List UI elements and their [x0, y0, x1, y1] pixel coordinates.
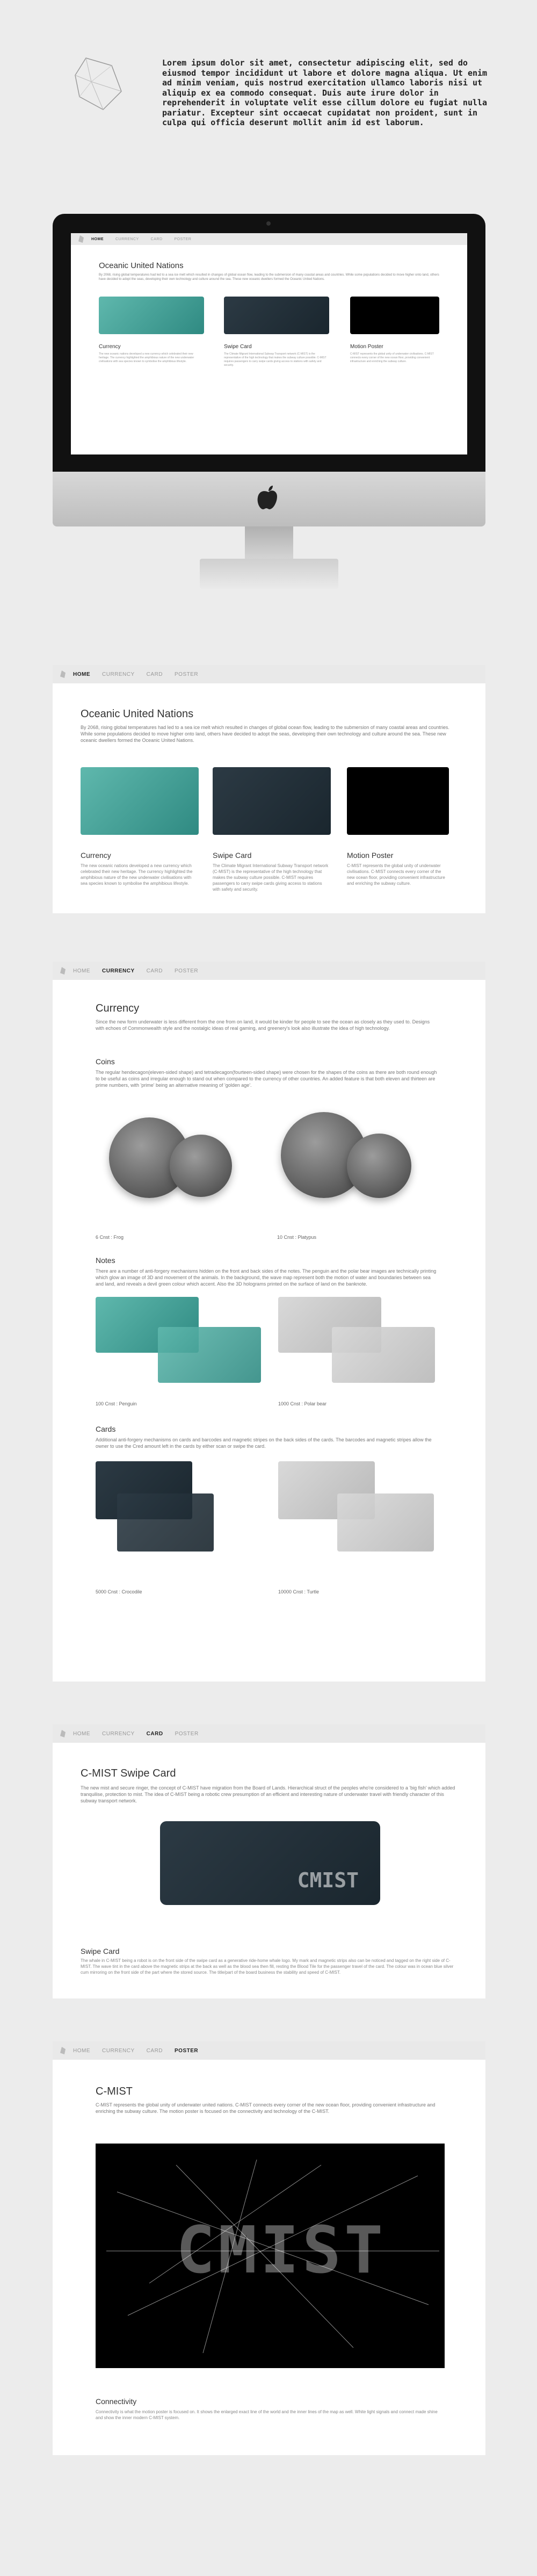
- nav-home[interactable]: HOME: [73, 672, 90, 677]
- currency-image[interactable]: [99, 297, 204, 334]
- nav-card[interactable]: CARD: [147, 968, 163, 974]
- card-crocodile-back: [117, 1493, 214, 1552]
- coin-label-platypus: 10 Cnst : Platypus: [277, 1235, 317, 1240]
- camera-icon: [266, 221, 271, 226]
- nav-currency[interactable]: CURRENCY: [102, 2048, 135, 2054]
- motion-poster[interactable]: CMIST: [96, 2144, 445, 2368]
- card-label-turtle: 10000 Cnst : Turtle: [278, 1589, 320, 1594]
- page-title: C-MIST: [96, 2086, 133, 2097]
- coin-platypus-back: [347, 1134, 411, 1198]
- coin-label-frog: 6 Cnst : Frog: [96, 1235, 124, 1240]
- page-title: Oceanic United Nations: [99, 261, 184, 270]
- swipe-card-image[interactable]: [213, 767, 331, 835]
- nav-home[interactable]: HOME: [73, 1731, 90, 1737]
- poster-page: HOME CURRENCY CARD POSTER C-MIST C-MIST …: [53, 2041, 485, 2455]
- home-page: HOME CURRENCY CARD POSTER Oceanic United…: [53, 665, 485, 913]
- nav-home[interactable]: HOME: [91, 237, 104, 241]
- nav-home[interactable]: HOME: [73, 968, 90, 974]
- nav-poster[interactable]: POSTER: [175, 237, 192, 241]
- currency-page: HOME CURRENCY CARD POSTER Currency Since…: [53, 962, 485, 1682]
- swipe-card-large: CMIST: [160, 1821, 380, 1905]
- card-page: HOME CURRENCY CARD POSTER C-MIST Swipe C…: [53, 1724, 485, 1998]
- nav-bar: HOME CURRENCY CARD POSTER: [53, 2041, 485, 2060]
- sub-description: Connectivity is what the motion poster i…: [96, 2409, 438, 2420]
- swipe-card-text: CMIST: [297, 1868, 359, 1892]
- item-title-swipe-card: Swipe Card: [224, 344, 252, 350]
- imac-stand: [245, 526, 293, 559]
- card-label-crocodile: 5000 Cnst : Crocodile: [96, 1589, 142, 1594]
- page-description: By 2068, rising global temperatures had …: [81, 725, 449, 743]
- nav-currency[interactable]: CURRENCY: [102, 968, 135, 974]
- nav-poster[interactable]: POSTER: [175, 1731, 199, 1737]
- notes-description: There are a number of anti-forgery mecha…: [96, 1268, 437, 1287]
- poster-image[interactable]: [347, 767, 449, 835]
- currency-image[interactable]: [81, 767, 199, 835]
- coins-description: The regular hendecagon(eleven-sided shap…: [96, 1070, 437, 1088]
- sub-title: Connectivity: [96, 2397, 137, 2406]
- note-label-penguin: 100 Cnst : Penguin: [96, 1401, 137, 1406]
- nav-logo-icon[interactable]: [78, 235, 84, 243]
- nav-card[interactable]: CARD: [147, 672, 163, 677]
- page-title: Currency: [96, 1002, 140, 1014]
- note-polar-bear-back: [332, 1327, 435, 1383]
- card-turtle-back: [337, 1493, 434, 1552]
- item-title-poster: Motion Poster: [347, 851, 394, 860]
- cards-title: Cards: [96, 1425, 116, 1433]
- item-title-currency: Currency: [81, 851, 111, 860]
- nav-home[interactable]: HOME: [73, 2048, 90, 2054]
- nav-poster[interactable]: POSTER: [175, 968, 198, 974]
- note-penguin-back: [158, 1327, 261, 1383]
- notes-title: Notes: [96, 1256, 115, 1265]
- imac-stand-base: [200, 559, 338, 589]
- note-label-polar-bear: 1000 Cnst : Polar bear: [278, 1401, 327, 1406]
- nav-bar: HOME CURRENCY CARD POSTER: [53, 962, 485, 980]
- page-description: C-MIST represents the global unity of un…: [96, 2102, 436, 2114]
- nav-poster[interactable]: POSTER: [175, 672, 198, 677]
- item-title-poster: Motion Poster: [350, 344, 383, 350]
- nav-card[interactable]: CARD: [151, 237, 163, 241]
- nav-poster[interactable]: POSTER: [175, 2048, 198, 2054]
- poster-text: CMIST: [176, 2213, 387, 2288]
- item-text-currency: The new oceanic nations developed a new …: [81, 863, 193, 886]
- item-title-currency: Currency: [99, 344, 121, 350]
- nav-bar: HOME CURRENCY CARD POSTER: [53, 1724, 485, 1743]
- item-text-poster: C-MIST represents the global unity of un…: [347, 863, 445, 886]
- swipe-card-image[interactable]: [224, 297, 329, 334]
- imac-screen: HOME CURRENCY CARD POSTER Oceanic United…: [71, 233, 467, 454]
- coins-title: Coins: [96, 1057, 115, 1066]
- nav-currency[interactable]: CURRENCY: [115, 237, 139, 241]
- nav-currency[interactable]: CURRENCY: [102, 672, 135, 677]
- item-title-swipe-card: Swipe Card: [213, 851, 252, 860]
- nav-card[interactable]: CARD: [147, 1731, 163, 1737]
- cards-description: Additional anti-forgery mechanisms on ca…: [96, 1437, 432, 1449]
- poster-image[interactable]: [350, 297, 439, 334]
- sub-title: Swipe Card: [81, 1947, 120, 1956]
- item-text-currency: The new oceanic nations developed a new …: [99, 352, 194, 363]
- nav-bar: HOME CURRENCY CARD POSTER: [53, 665, 485, 683]
- page-title: Oceanic United Nations: [81, 708, 194, 720]
- apple-logo-icon: [257, 486, 277, 509]
- nav-logo-icon[interactable]: [60, 2047, 66, 2054]
- coin-frog-back: [170, 1135, 232, 1197]
- nav-logo-icon[interactable]: [60, 670, 66, 678]
- item-text-poster: C-MIST represents the global unity of un…: [350, 352, 434, 363]
- logo-icon: [75, 57, 122, 110]
- nav-logo-icon[interactable]: [60, 967, 66, 975]
- page-description: The new mist and secure ringer, the conc…: [81, 1785, 455, 1803]
- page-description: By 2068, rising global temperatures had …: [99, 273, 439, 281]
- page-title: C-MIST Swipe Card: [81, 1767, 176, 1779]
- nav-bar: HOME CURRENCY CARD POSTER: [71, 233, 467, 245]
- item-text-swipe-card: The Climate Migrant International Subway…: [224, 352, 326, 367]
- nav-logo-icon[interactable]: [60, 1730, 66, 1737]
- sub-description: The whale in C-MIST being a robot is on …: [81, 1958, 454, 1975]
- nav-currency[interactable]: CURRENCY: [102, 1731, 135, 1737]
- nav-card[interactable]: CARD: [147, 2048, 163, 2054]
- page-description: Since the new form underwater is less di…: [96, 1019, 430, 1031]
- item-text-swipe-card: The Climate Migrant International Subway…: [213, 863, 329, 892]
- intro-paragraph: Lorem ipsum dolor sit amet, consectetur …: [162, 58, 488, 127]
